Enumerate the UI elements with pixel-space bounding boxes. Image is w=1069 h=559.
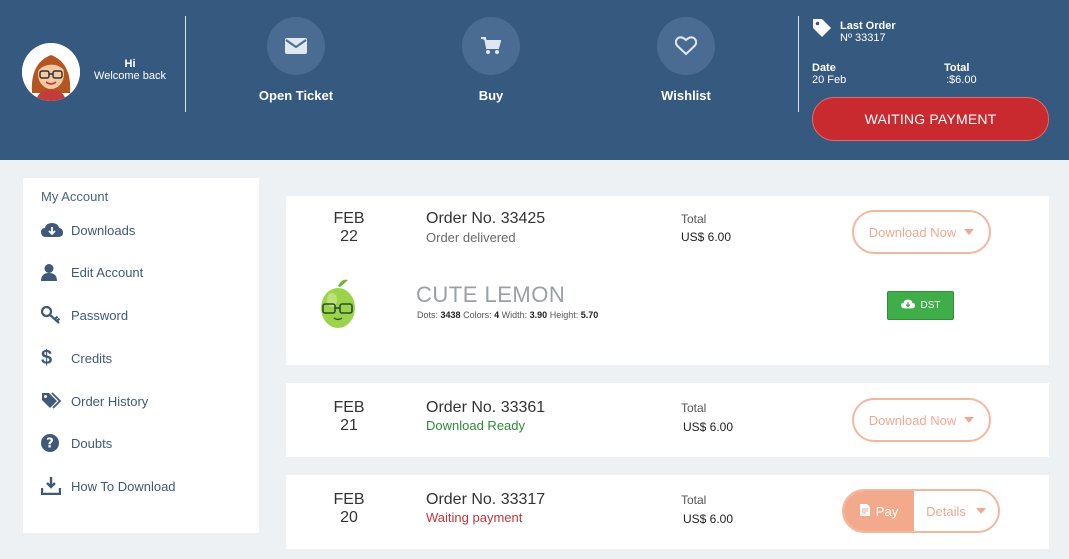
svg-text:?: ? — [46, 437, 54, 452]
pay-label: Pay — [875, 503, 899, 519]
sidebar-item-label: Edit Account — [71, 264, 144, 280]
sidebar-item-label: Order History — [71, 393, 149, 409]
dots-value: 3438 — [440, 310, 461, 320]
last-order-date-label: Date — [812, 62, 836, 74]
sidebar-item-doubts[interactable]: ? Doubts — [41, 432, 112, 454]
document-icon — [859, 503, 870, 519]
header-divider-right — [798, 16, 799, 112]
open-ticket-action[interactable]: Open Ticket — [226, 17, 366, 103]
cloud-download-icon — [41, 222, 71, 238]
buy-label[interactable]: Buy — [421, 88, 561, 103]
sidebar-item-label: Credits — [71, 350, 113, 366]
question-icon: ? — [41, 434, 71, 452]
cloud-download-icon — [900, 299, 915, 312]
order-total-label: Total — [681, 212, 707, 226]
details-button[interactable]: Details — [914, 491, 998, 531]
sidebar-item-credits[interactable]: $ Credits — [41, 347, 112, 369]
pay-button[interactable]: Pay — [844, 491, 914, 531]
height-value: 5.70 — [580, 310, 599, 320]
order-status: Order delivered — [426, 230, 516, 245]
top-header: Hi Welcome back Open Ticket Buy Wishlist… — [0, 0, 1069, 160]
order-day: 21 — [340, 417, 358, 434]
sidebar-item-label: Downloads — [71, 222, 136, 238]
order-total-label: Total — [681, 493, 707, 507]
order-date: FEB 21 — [326, 399, 372, 435]
waiting-payment-button[interactable]: WAITING PAYMENT — [812, 97, 1049, 141]
buy-action[interactable]: Buy — [421, 17, 561, 103]
order-card: FEB 21 Order No. 33361 Download Ready To… — [286, 383, 1049, 457]
envelope-icon[interactable] — [267, 17, 325, 75]
tags-icon — [41, 392, 71, 410]
order-month: FEB — [333, 210, 365, 227]
dots-label: Dots: — [417, 310, 439, 320]
last-order-total-value: :$6.00 — [946, 74, 977, 86]
width-label: Width: — [501, 310, 528, 320]
order-day: 22 — [340, 228, 358, 245]
last-order-date-value: 20 Feb — [812, 74, 847, 86]
download-now-button[interactable]: Download Now — [852, 210, 991, 254]
order-total-value: US$ 6.00 — [681, 230, 732, 244]
sidebar-item-label: How To Download — [71, 478, 176, 494]
order-total-value: US$ 6.00 — [683, 512, 734, 526]
dst-download-button[interactable]: DST — [887, 291, 954, 320]
greeting-hi: Hi — [124, 58, 136, 70]
dst-label: DST — [920, 300, 941, 311]
order-date: FEB 22 — [326, 210, 372, 246]
last-order-total-label: Total — [944, 62, 970, 74]
download-now-label: Download Now — [868, 224, 957, 240]
header-divider — [185, 16, 186, 112]
order-number: Order No. 33361 — [426, 399, 546, 416]
colors-label: Colors: — [463, 310, 492, 320]
user-icon — [41, 263, 71, 281]
sidebar-item-password[interactable]: Password — [41, 304, 128, 326]
order-month: FEB — [333, 491, 365, 508]
product-specs: Dots: 3438 Colors: 4 Width: 3.90 Height:… — [417, 310, 598, 320]
account-sidebar: My Account Downloads Edit Account Passwo… — [23, 178, 259, 533]
order-date: FEB 20 — [326, 491, 372, 527]
download-now-label: Download Now — [868, 412, 957, 428]
product-name: CUTE LEMON — [416, 282, 566, 307]
product-thumbnail — [318, 278, 358, 335]
dollar-icon: $ — [41, 346, 53, 369]
sidebar-item-label: Doubts — [71, 435, 113, 451]
order-number: Order No. 33425 — [426, 210, 546, 227]
tag-icon — [812, 18, 832, 41]
wishlist-action[interactable]: Wishlist — [616, 17, 756, 103]
greeting: Hi Welcome back — [92, 58, 168, 82]
sidebar-title: My Account — [41, 189, 109, 204]
order-status: Waiting payment — [426, 510, 523, 525]
sidebar-item-downloads[interactable]: Downloads — [41, 219, 135, 241]
open-ticket-label[interactable]: Open Ticket — [226, 88, 366, 103]
sidebar-item-label: Password — [71, 307, 129, 323]
order-number: Order No. 33317 — [426, 491, 546, 508]
payment-button-group: Pay Details — [842, 489, 1000, 533]
caret-down-icon — [964, 417, 975, 423]
colors-value: 4 — [494, 310, 500, 320]
greeting-welcome: Welcome back — [94, 70, 166, 82]
avatar[interactable] — [22, 43, 80, 101]
order-card: FEB 20 Order No. 33317 Waiting payment T… — [286, 475, 1049, 549]
caret-down-icon — [975, 508, 986, 514]
key-icon — [41, 306, 71, 324]
wishlist-label[interactable]: Wishlist — [616, 88, 756, 103]
last-order-title: Last Order — [840, 20, 896, 32]
order-status: Download Ready — [426, 418, 526, 433]
order-card: FEB 22 Order No. 33425 Order delivered T… — [286, 196, 1049, 365]
order-day: 20 — [340, 509, 358, 526]
last-order-number: Nº 33317 — [840, 32, 886, 44]
details-label: Details — [926, 503, 966, 519]
cart-icon[interactable] — [462, 17, 520, 75]
heart-icon[interactable] — [657, 17, 715, 75]
download-now-button[interactable]: Download Now — [852, 398, 991, 442]
sidebar-item-order-history[interactable]: Order History — [41, 390, 148, 412]
sidebar-item-edit-account[interactable]: Edit Account — [41, 261, 143, 283]
width-value: 3.90 — [529, 310, 548, 320]
order-month: FEB — [333, 399, 365, 416]
sidebar-item-how-to-download[interactable]: How To Download — [41, 475, 176, 497]
order-total-label: Total — [681, 401, 707, 415]
order-total-value: US$ 6.00 — [683, 420, 734, 434]
height-label: Height: — [549, 310, 579, 320]
caret-down-icon — [964, 229, 975, 235]
download-tray-icon — [41, 477, 71, 495]
